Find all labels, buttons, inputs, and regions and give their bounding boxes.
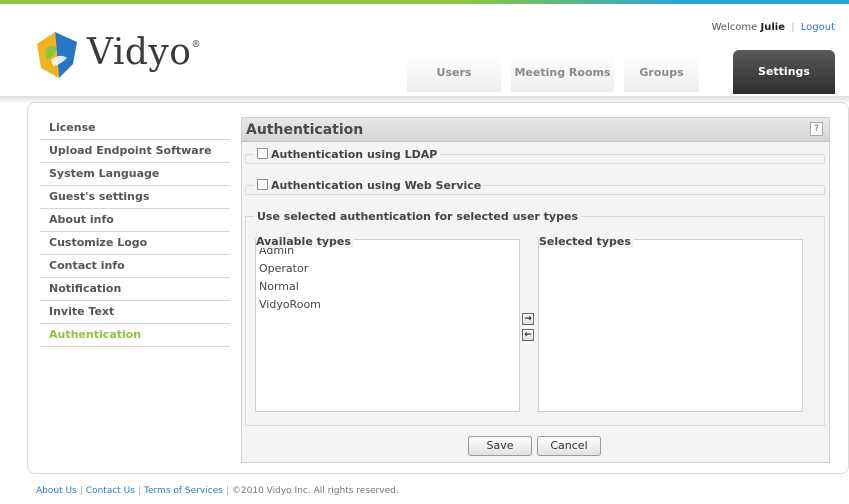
panel-title: Authentication bbox=[242, 118, 829, 142]
tab-settings[interactable]: Settings bbox=[733, 50, 835, 94]
user-name: Julie bbox=[760, 22, 785, 33]
welcome-separator: | bbox=[791, 22, 795, 33]
welcome-bar: Welcome Julie | Logout bbox=[712, 22, 835, 33]
vidyo-logo: Vidyo® bbox=[33, 28, 200, 82]
available-type-item[interactable]: Normal bbox=[256, 278, 519, 296]
move-left-arrow-icon[interactable]: ← bbox=[522, 329, 534, 341]
webservice-legend[interactable]: Authentication using Web Service bbox=[254, 178, 485, 193]
authentication-panel: Authentication ? Authentication using LD… bbox=[241, 117, 830, 463]
sidebar-item-invite-text[interactable]: Invite Text bbox=[40, 301, 230, 324]
selected-types-list[interactable] bbox=[538, 239, 803, 412]
header: Welcome Julie | Logout Vidyo® Users Meet… bbox=[0, 4, 849, 96]
welcome-text: Welcome bbox=[711, 22, 758, 33]
panel-title-text: Authentication bbox=[246, 122, 364, 138]
selected-types-label: Selected types bbox=[539, 235, 634, 248]
help-icon[interactable]: ? bbox=[810, 122, 823, 136]
footer: About Us | Contact Us | Terms of Services | ©2… bbox=[36, 486, 399, 496]
sidebar-item-guests-settings[interactable]: Guest's settings bbox=[40, 186, 230, 209]
ldap-label: Authentication using LDAP bbox=[271, 148, 438, 161]
available-type-item[interactable]: Operator bbox=[256, 260, 519, 278]
ldap-fieldset: Authentication using LDAP bbox=[245, 147, 825, 164]
move-right-arrow-icon[interactable]: → bbox=[522, 313, 534, 325]
available-type-item[interactable]: VidyoRoom bbox=[256, 296, 519, 314]
available-types-label: Available types bbox=[256, 235, 354, 248]
copyright-text: ©2010 Vidyo Inc. All rights reserved. bbox=[231, 486, 399, 496]
contact-us-link[interactable]: Contact Us bbox=[86, 486, 135, 496]
tab-meeting-rooms[interactable]: Meeting Rooms bbox=[511, 52, 614, 92]
sidebar-item-authentication[interactable]: Authentication bbox=[40, 324, 230, 347]
terms-link[interactable]: Terms of Services bbox=[144, 486, 223, 496]
sidebar-item-system-language[interactable]: System Language bbox=[40, 163, 230, 186]
sidebar-item-upload-endpoint-software[interactable]: Upload Endpoint Software bbox=[40, 140, 230, 163]
webservice-label: Authentication using Web Service bbox=[271, 179, 482, 192]
user-types-fieldset: Use selected authentication for selected… bbox=[245, 209, 825, 426]
available-types-list[interactable]: Admin Operator Normal VidyoRoom bbox=[255, 239, 520, 412]
cancel-button[interactable]: Cancel bbox=[537, 436, 601, 456]
tab-groups[interactable]: Groups bbox=[624, 52, 699, 92]
logo-wordmark: Vidyo® bbox=[87, 32, 201, 73]
sidebar-item-contact-info[interactable]: Contact info bbox=[40, 255, 230, 278]
user-types-legend: Use selected authentication for selected… bbox=[254, 209, 581, 224]
webservice-fieldset: Authentication using Web Service bbox=[245, 178, 825, 195]
ldap-checkbox[interactable] bbox=[257, 148, 268, 159]
webservice-checkbox[interactable] bbox=[257, 179, 268, 190]
settings-sidebar: License Upload Endpoint Software System … bbox=[40, 117, 230, 347]
tab-users[interactable]: Users bbox=[407, 52, 501, 92]
sidebar-item-notification[interactable]: Notification bbox=[40, 278, 230, 301]
sidebar-item-customize-logo[interactable]: Customize Logo bbox=[40, 232, 230, 255]
logout-link[interactable]: Logout bbox=[801, 22, 835, 33]
vidyo-logo-icon bbox=[37, 32, 77, 78]
ldap-legend[interactable]: Authentication using LDAP bbox=[254, 147, 441, 162]
about-us-link[interactable]: About Us bbox=[36, 486, 77, 496]
sidebar-item-license[interactable]: License bbox=[40, 117, 230, 140]
save-button[interactable]: Save bbox=[468, 436, 532, 456]
sidebar-item-about-info[interactable]: About info bbox=[40, 209, 230, 232]
